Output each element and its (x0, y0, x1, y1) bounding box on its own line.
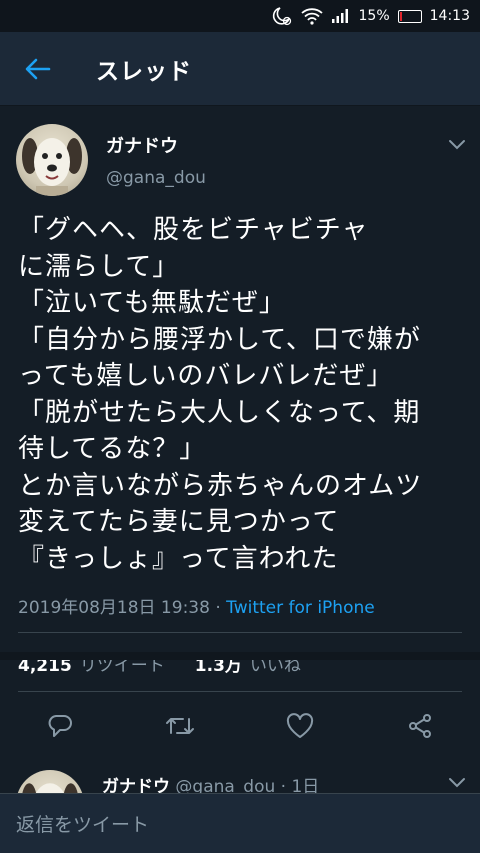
tweet-source-link[interactable]: Twitter for iPhone (226, 598, 375, 618)
back-button[interactable] (0, 32, 76, 106)
status-bar: 15% 14:13 (0, 0, 480, 32)
heart-icon (286, 713, 314, 738)
reply-icon (48, 715, 72, 737)
like-button[interactable] (282, 708, 318, 744)
tweet-meta: 2019年08月18日 19:38 · Twitter for iPhone (18, 593, 375, 618)
clock: 14:13 (429, 8, 470, 24)
battery-level-fill (399, 11, 403, 21)
dnd-moon-icon (271, 6, 293, 26)
chevron-down-icon (449, 778, 465, 788)
author-handle[interactable]: @gana_dou (106, 168, 206, 188)
app-header: スレッド (0, 32, 480, 106)
divider (18, 691, 462, 692)
chevron-down-icon (449, 140, 465, 150)
dog-avatar-icon (22, 138, 82, 196)
back-arrow-icon (25, 58, 51, 79)
share-button[interactable] (402, 708, 438, 744)
tweet-timestamp: 2019年08月18日 19:38 (18, 598, 210, 618)
meta-dot: · (209, 598, 227, 618)
tweet-actions (0, 700, 480, 750)
reply-composer[interactable]: 返信をツイート (0, 793, 480, 853)
signal-icon (331, 8, 351, 24)
divider (18, 632, 462, 633)
tweet-menu-button[interactable] (448, 136, 466, 155)
wifi-icon (300, 7, 323, 25)
tweet-text: 「グヘヘ、股をビチャビチャ に濡らして」 「泣いても無駄だぜ」 「自分から腰浮か… (18, 215, 423, 574)
reply-button[interactable] (42, 708, 78, 744)
retweet-icon (166, 718, 194, 734)
avatar[interactable] (16, 124, 88, 196)
section-separator (0, 652, 480, 660)
share-icon (409, 714, 431, 738)
retweet-button[interactable] (162, 708, 198, 744)
page-title: スレッド (96, 58, 192, 85)
reply-input-placeholder[interactable]: 返信をツイート (16, 810, 149, 837)
battery-percent: 15% (358, 8, 390, 24)
battery-icon (397, 9, 422, 23)
reply-menu-button[interactable] (448, 774, 466, 793)
author-name[interactable]: ガナドウ (106, 132, 178, 158)
